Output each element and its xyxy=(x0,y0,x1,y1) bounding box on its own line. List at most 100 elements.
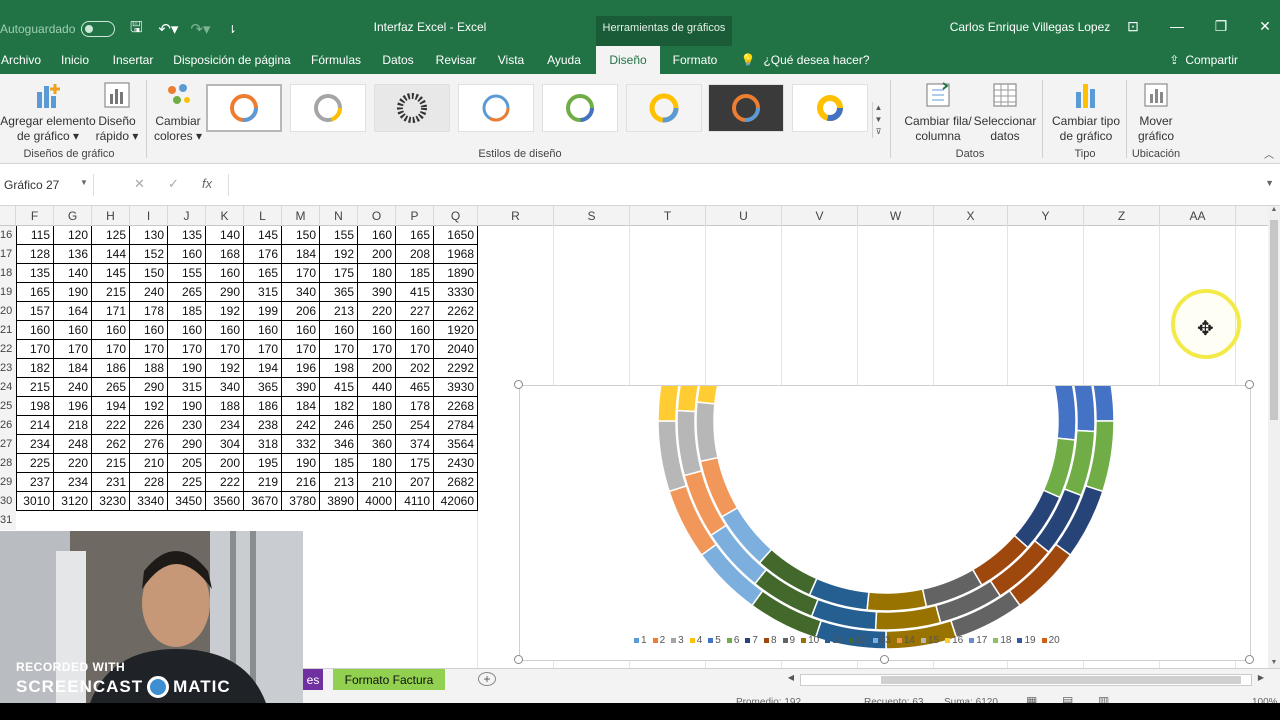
cell[interactable]: 125 xyxy=(92,226,130,245)
row-header[interactable]: 26 xyxy=(0,416,16,435)
column-header-i[interactable]: I xyxy=(130,206,168,226)
cell[interactable]: 170 xyxy=(92,340,130,359)
redo-icon[interactable]: ↷▾ xyxy=(189,20,211,38)
cell[interactable]: 170 xyxy=(320,340,358,359)
cell[interactable]: 1968 xyxy=(434,245,478,264)
tab-ayuda[interactable]: Ayuda xyxy=(542,46,586,74)
tab-datos[interactable]: Datos xyxy=(378,46,418,74)
enter-icon[interactable]: ✓ xyxy=(168,176,179,192)
cell[interactable]: 170 xyxy=(282,264,320,283)
gallery-down-icon[interactable]: ▼ xyxy=(873,114,884,126)
column-header-r[interactable]: R xyxy=(478,206,554,226)
cell[interactable]: 2430 xyxy=(434,454,478,473)
cell[interactable]: 182 xyxy=(16,359,54,378)
change-colors-button[interactable]: Cambiar colores ▾ xyxy=(152,80,204,144)
cell[interactable]: 170 xyxy=(54,340,92,359)
name-box-dropdown-icon[interactable]: ▼ xyxy=(80,178,88,187)
cell[interactable]: 190 xyxy=(54,283,92,302)
expand-formula-icon[interactable]: ▼ xyxy=(1265,178,1274,188)
cell[interactable]: 242 xyxy=(282,416,320,435)
cell[interactable]: 194 xyxy=(244,359,282,378)
cell[interactable]: 250 xyxy=(358,416,396,435)
cell[interactable]: 176 xyxy=(244,245,282,264)
add-chart-element-button[interactable]: Agregar elemento de gráfico ▾ xyxy=(0,80,96,144)
cell[interactable]: 304 xyxy=(206,435,244,454)
cell[interactable]: 3670 xyxy=(244,492,282,511)
cell[interactable]: 145 xyxy=(244,226,282,245)
cell[interactable]: 185 xyxy=(320,454,358,473)
legend-item[interactable]: 15 xyxy=(920,635,939,646)
gallery-scroll[interactable]: ▲ ▼ ⊽ xyxy=(872,102,884,138)
cell[interactable]: 3120 xyxy=(54,492,92,511)
cell[interactable]: 2040 xyxy=(434,340,478,359)
cell[interactable]: 170 xyxy=(282,340,320,359)
cell[interactable]: 184 xyxy=(282,245,320,264)
cell[interactable]: 227 xyxy=(396,302,434,321)
minimize-icon[interactable]: — xyxy=(1162,18,1192,34)
cell[interactable]: 186 xyxy=(92,359,130,378)
cell[interactable]: 240 xyxy=(130,283,168,302)
cell[interactable]: 192 xyxy=(130,397,168,416)
cell[interactable]: 220 xyxy=(358,302,396,321)
cell[interactable]: 198 xyxy=(320,359,358,378)
gallery-more-icon[interactable]: ⊽ xyxy=(873,126,884,138)
chart-style-7[interactable] xyxy=(708,84,784,132)
legend-item[interactable]: 8 xyxy=(763,635,777,646)
legend-item[interactable]: 17 xyxy=(969,635,987,646)
switch-row-column-button[interactable]: Cambiar fila/ columna xyxy=(902,80,974,144)
cell[interactable]: 3230 xyxy=(92,492,130,511)
cell[interactable]: 168 xyxy=(206,245,244,264)
ribbon-display-options-icon[interactable]: ⊡ xyxy=(1118,18,1148,35)
cell[interactable]: 234 xyxy=(206,416,244,435)
cell[interactable]: 200 xyxy=(206,454,244,473)
cell[interactable]: 238 xyxy=(244,416,282,435)
resize-handle[interactable] xyxy=(880,655,889,664)
cell[interactable]: 157 xyxy=(16,302,54,321)
cell[interactable]: 155 xyxy=(320,226,358,245)
cell[interactable]: 186 xyxy=(244,397,282,416)
row-header[interactable]: 29 xyxy=(0,473,16,492)
row-header[interactable]: 28 xyxy=(0,454,16,473)
cell[interactable]: 130 xyxy=(130,226,168,245)
cell[interactable]: 42060 xyxy=(434,492,478,511)
cell[interactable]: 2292 xyxy=(434,359,478,378)
undo-icon[interactable]: ↶▾ xyxy=(157,20,179,38)
cell[interactable]: 180 xyxy=(358,397,396,416)
cell[interactable]: 115 xyxy=(16,226,54,245)
cell[interactable]: 231 xyxy=(92,473,130,492)
cell[interactable]: 213 xyxy=(320,473,358,492)
quick-layout-button[interactable]: Diseño rápido ▾ xyxy=(94,80,140,144)
cell[interactable]: 206 xyxy=(282,302,320,321)
customize-qat-icon[interactable]: ⇂ xyxy=(221,23,243,36)
cell[interactable]: 190 xyxy=(168,359,206,378)
cell[interactable]: 415 xyxy=(320,378,358,397)
cell[interactable]: 315 xyxy=(244,283,282,302)
cell[interactable]: 202 xyxy=(396,359,434,378)
cell[interactable]: 160 xyxy=(16,321,54,340)
insert-function-icon[interactable]: fx xyxy=(202,176,212,191)
select-all-corner[interactable] xyxy=(0,206,16,226)
cell[interactable]: 144 xyxy=(92,245,130,264)
cell[interactable]: 214 xyxy=(16,416,54,435)
doughnut-chart[interactable]: 1 2 3 4 5 6 7 8 9 10 11 12 13 14 15 16 17 18 19 20 xyxy=(519,192,1251,661)
cell[interactable]: 374 xyxy=(396,435,434,454)
cell[interactable]: 165 xyxy=(16,283,54,302)
share-button[interactable]: ⇪ Compartir xyxy=(1169,46,1238,74)
cell[interactable]: 160 xyxy=(54,321,92,340)
column-header-l[interactable]: L xyxy=(244,206,282,226)
cell[interactable]: 140 xyxy=(54,264,92,283)
cell[interactable]: 415 xyxy=(396,283,434,302)
legend-item[interactable]: 9 xyxy=(782,635,795,646)
cell[interactable]: 188 xyxy=(206,397,244,416)
scroll-thumb[interactable] xyxy=(1270,220,1278,420)
legend-item[interactable]: 1 xyxy=(634,635,647,646)
legend-item[interactable]: 5 xyxy=(708,635,721,646)
cell[interactable]: 1650 xyxy=(434,226,478,245)
cell[interactable]: 170 xyxy=(206,340,244,359)
cell[interactable]: 340 xyxy=(282,283,320,302)
cell[interactable]: 340 xyxy=(206,378,244,397)
cell[interactable]: 3780 xyxy=(282,492,320,511)
column-header-t[interactable]: T xyxy=(630,206,706,226)
cell[interactable]: 440 xyxy=(358,378,396,397)
scroll-down-icon[interactable]: ▼ xyxy=(1268,659,1280,666)
